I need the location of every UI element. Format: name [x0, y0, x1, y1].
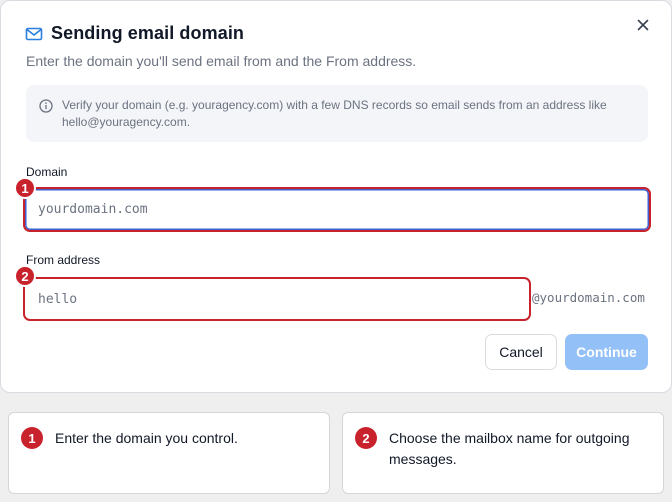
dialog-header: Sending email domain [25, 23, 244, 44]
annotation-callout-2: 2 Choose the mailbox name for outgoing m… [342, 412, 664, 494]
from-address-domain-suffix: @yourdomain.com [532, 290, 645, 305]
annotation-marker-1: 1 [14, 177, 36, 199]
domain-input[interactable]: yourdomain.com [23, 187, 651, 232]
cancel-button[interactable]: Cancel [485, 334, 557, 370]
sending-email-domain-dialog: Sending email domain Enter the domain yo… [0, 0, 672, 393]
callout-number-2: 2 [355, 427, 377, 449]
info-notice: Verify your domain (e.g. youragency.com)… [26, 85, 648, 142]
domain-input-placeholder: yourdomain.com [38, 202, 148, 217]
annotation-callout-1: 1 Enter the domain you control. [8, 412, 330, 494]
from-address-label: From address [26, 253, 101, 267]
domain-label: Domain [26, 165, 68, 179]
annotation-marker-2: 2 [14, 265, 36, 287]
mail-icon [25, 25, 43, 43]
dialog-title: Sending email domain [51, 23, 245, 43]
from-address-input-placeholder: hello [38, 291, 78, 307]
from-address-input[interactable]: hello [23, 277, 531, 321]
info-circle-icon [38, 98, 54, 114]
callout-number-1: 1 [21, 427, 43, 449]
callout-text-1: Enter the domain you control. [55, 430, 238, 446]
close-icon [637, 18, 649, 36]
dialog-subtitle: Enter the domain you'll send email from … [26, 53, 417, 69]
info-text: Verify your domain (e.g. youragency.com)… [62, 98, 607, 129]
callout-text-2: Choose the mailbox name for outgoing mes… [389, 430, 630, 467]
continue-button[interactable]: Continue [565, 334, 648, 370]
close-button[interactable] [631, 15, 655, 39]
